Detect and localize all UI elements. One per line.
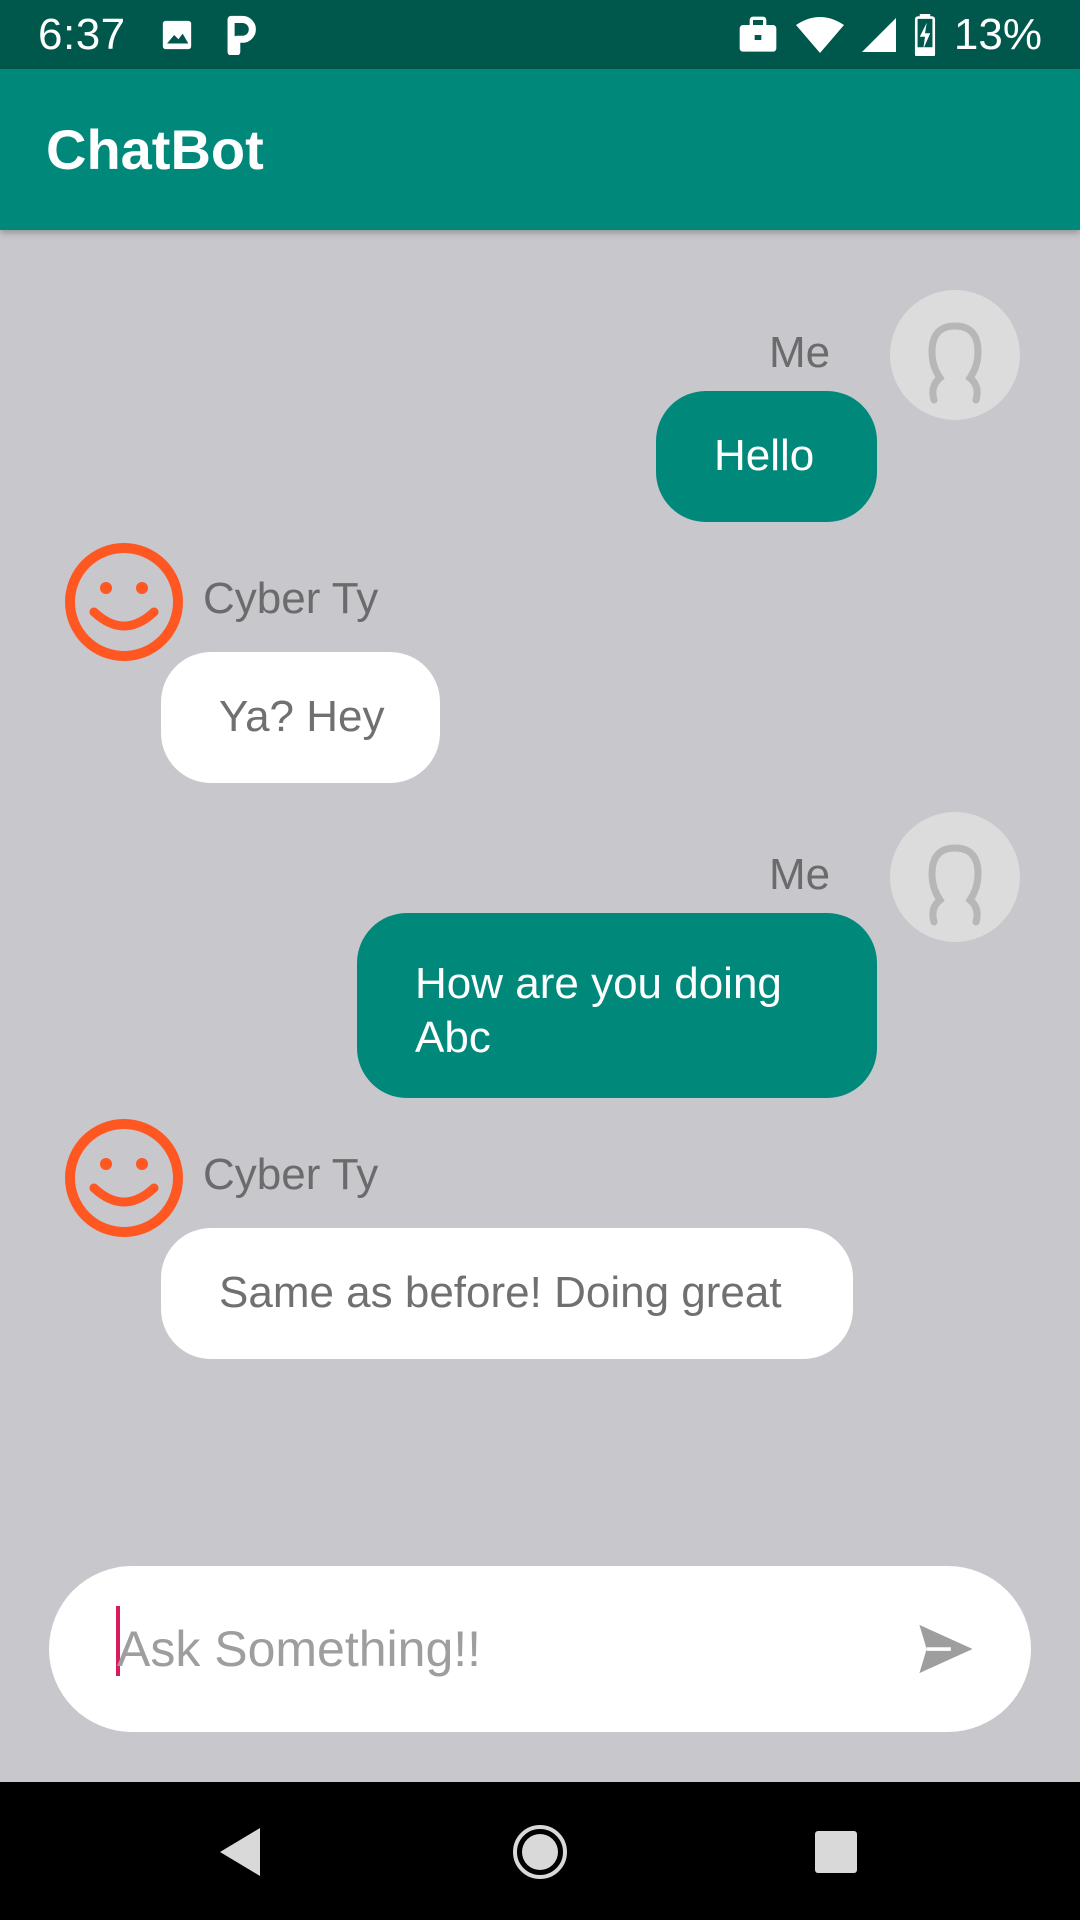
send-button[interactable] <box>911 1614 981 1684</box>
message-text: Hello <box>714 431 815 480</box>
briefcase-icon <box>739 16 777 52</box>
wifi-icon <box>795 16 844 53</box>
battery-percent: 13% <box>953 9 1042 59</box>
message-bubble: Same as before! Doing great <box>161 1228 853 1359</box>
message-bubble: How are you doing Abc <box>357 913 877 1098</box>
status-bar: 6:37 13% <box>0 0 1080 69</box>
message-input-bar <box>49 1566 1031 1732</box>
image-icon <box>162 20 191 49</box>
message-bubble: Hello <box>656 391 877 522</box>
sender-name: Me <box>769 328 831 377</box>
home-icon <box>513 1825 567 1879</box>
app-title: ChatBot <box>46 118 264 181</box>
recents-icon <box>815 1831 857 1873</box>
navigation-bar <box>0 1782 1080 1920</box>
sender-name: Cyber Ty <box>203 1150 379 1199</box>
home-button[interactable] <box>500 1812 580 1892</box>
back-button[interactable] <box>200 1812 280 1892</box>
signal-icon <box>861 17 896 52</box>
send-icon <box>919 1624 973 1674</box>
user-avatar-icon <box>890 290 1020 420</box>
parking-icon <box>227 15 256 55</box>
ask-input[interactable] <box>117 1604 877 1694</box>
battery-charging-icon <box>914 13 935 56</box>
status-time: 6:37 <box>38 9 126 59</box>
sender-name: Me <box>769 850 831 899</box>
message-text: How are you doing Abc <box>415 959 782 1062</box>
message-text: Same as before! Doing great <box>219 1268 782 1317</box>
bot-avatar-smiley-icon <box>65 543 183 661</box>
recents-button[interactable] <box>796 1812 876 1892</box>
app-bar: ChatBot <box>0 69 1080 230</box>
bot-avatar-smiley-icon <box>65 1119 183 1237</box>
back-icon <box>220 1828 260 1876</box>
sender-name: Cyber Ty <box>203 574 379 623</box>
user-avatar-icon <box>890 812 1020 942</box>
message-text: Ya? Hey <box>219 692 385 741</box>
message-bubble: Ya? Hey <box>161 652 440 783</box>
